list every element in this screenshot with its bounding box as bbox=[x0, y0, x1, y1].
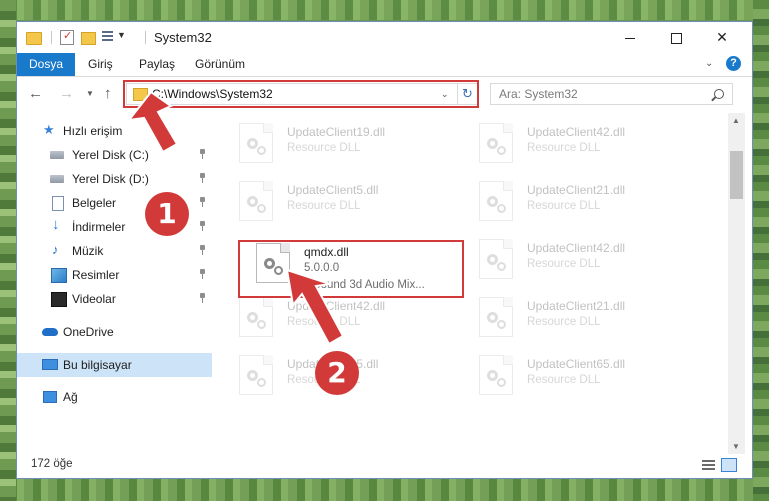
annotation-arrows bbox=[126, 90, 345, 346]
callout-2: 2 bbox=[315, 351, 359, 395]
desktop-background-bottom bbox=[0, 479, 769, 501]
desktop-background-top bbox=[0, 0, 769, 20]
arrow-1 bbox=[126, 90, 179, 154]
desktop-background-right bbox=[753, 0, 769, 501]
desktop-background-left bbox=[0, 0, 16, 501]
callout-1: 1 bbox=[145, 192, 189, 236]
explorer-window: ✓ ▼ System32 ✕ Dosya Giriş Paylaş Görünü… bbox=[16, 21, 753, 479]
arrow-2 bbox=[285, 268, 345, 346]
